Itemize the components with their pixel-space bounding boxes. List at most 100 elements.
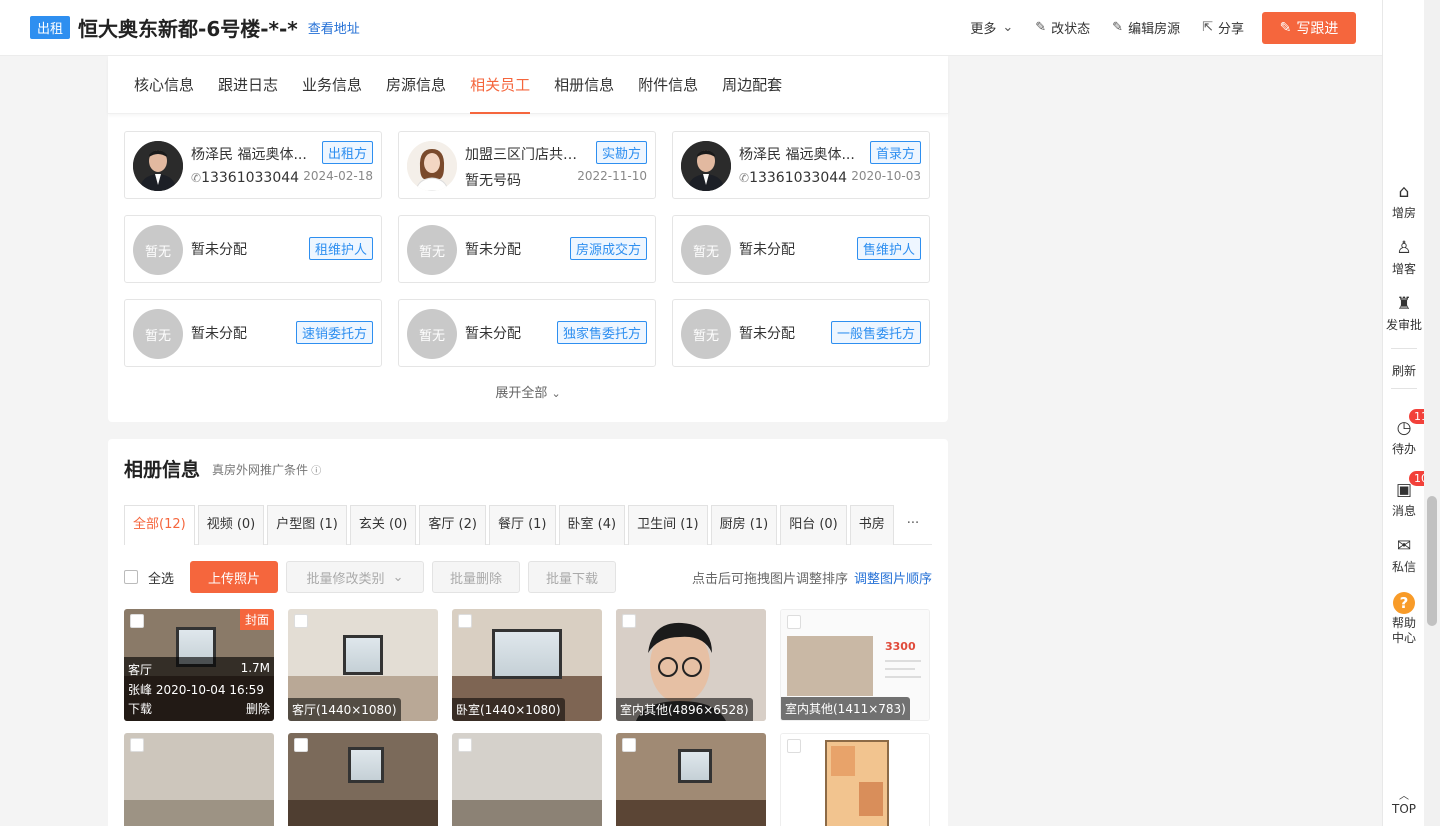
photo-thumb[interactable] — [616, 733, 766, 826]
tab-attachments[interactable]: 附件信息 — [638, 56, 698, 114]
staff-card[interactable]: 暂无 暂未分配 租维护人 — [124, 215, 382, 283]
tab-surroundings[interactable]: 周边配套 — [722, 56, 782, 114]
photo-checkbox[interactable] — [130, 614, 144, 628]
photo-checkbox[interactable] — [458, 614, 472, 628]
scrollbar-thumb[interactable] — [1427, 496, 1437, 626]
messages-button[interactable]: ▣ 10 消息 — [1383, 471, 1433, 519]
category-tab[interactable]: 全部(12) — [124, 505, 195, 545]
role-badge: 首录方 — [869, 141, 921, 164]
category-tab[interactable]: 卫生间 (1) — [628, 505, 708, 545]
photo-caption: 卧室(1440×1080) — [452, 698, 565, 721]
photo-checkbox[interactable] — [458, 738, 472, 752]
photo-cover[interactable]: 封面 客厅 1.7M 张峰 2020-10-04 16:59 下载 删除 — [124, 609, 274, 721]
more-dropdown[interactable]: 更多 ⌄ — [970, 18, 1013, 37]
role-badge: 房源成交方 — [569, 237, 647, 260]
photo-download-link[interactable]: 下载 — [128, 700, 152, 717]
category-tab[interactable]: 厨房 (1) — [710, 505, 778, 545]
photo-image — [616, 733, 766, 826]
staff-card[interactable]: 暂无 暂未分配 一般售委托方 — [672, 299, 930, 367]
avatar — [133, 141, 183, 191]
back-to-top-button[interactable]: ︿ TOP — [1383, 792, 1425, 817]
category-tab[interactable]: 卧室 (4) — [558, 505, 626, 545]
staff-card[interactable]: 暂无 暂未分配 房源成交方 — [398, 215, 656, 283]
tab-business-info[interactable]: 业务信息 — [302, 56, 362, 114]
todo-button[interactable]: ◷ 11 待办 — [1383, 409, 1433, 457]
staff-card[interactable]: 加盟三区门店共享... 暂无号码 2022-11-10 实勘方 — [398, 131, 656, 199]
refresh-button[interactable]: 刷新 — [1383, 362, 1425, 379]
album-subtitle[interactable]: 真房外网推广条件 ⓘ — [212, 461, 321, 478]
photo-thumb[interactable] — [288, 733, 438, 826]
page-scrollbar[interactable] — [1424, 0, 1440, 826]
batch-delete-button[interactable]: 批量删除 — [432, 561, 521, 593]
expand-all-button[interactable]: 展开全部 ⌄ — [108, 382, 948, 401]
select-all-label: 全选 — [148, 571, 175, 587]
photo-thumb[interactable] — [780, 733, 930, 826]
staff-card[interactable]: 杨泽民 福远奥体... ✆13361033044 2024-02-18 出租方 — [124, 131, 382, 199]
category-tab[interactable]: 视频 (0) — [197, 505, 265, 545]
change-status-button[interactable]: ✎ 改状态 — [1035, 18, 1090, 37]
share-label: 分享 — [1217, 22, 1244, 37]
category-tab[interactable]: 阳台 (0) — [780, 505, 847, 545]
photo-thumb[interactable]: 3300 室内其他(1411×783) — [780, 609, 930, 721]
role-badge: 售维护人 — [856, 237, 921, 260]
share-icon: ⇱ — [1202, 20, 1213, 35]
photo-thumb[interactable]: 客厅(1440×1080) — [288, 609, 438, 721]
photo-delete-link[interactable]: 删除 — [246, 700, 270, 717]
help-center-button[interactable]: ? 帮助中心 — [1383, 592, 1425, 646]
batch-download-button[interactable]: 批量下载 — [528, 561, 617, 593]
tab-follow-log[interactable]: 跟进日志 — [218, 56, 278, 114]
upload-photo-button[interactable]: 上传照片 — [190, 561, 279, 593]
photo-image — [124, 733, 274, 826]
staff-name: 暂未分配 — [191, 242, 247, 258]
photo-thumb[interactable]: 室内其他(4896×6528) — [616, 609, 766, 721]
expand-all-label: 展开全部 — [495, 386, 548, 401]
photo-checkbox[interactable] — [294, 738, 308, 752]
photo-checkbox[interactable] — [294, 614, 308, 628]
edit-listing-button[interactable]: ✎ 编辑房源 — [1112, 18, 1180, 37]
album-category-tabs: 全部(12) 视频 (0) 户型图 (1) 玄关 (0) 客厅 (2) 餐厅 (… — [124, 505, 932, 545]
send-approval-button[interactable]: ♜ 发审批 — [1383, 294, 1425, 333]
avatar: 暂无 — [681, 225, 731, 275]
photo-checkbox[interactable] — [787, 739, 801, 753]
staff-card[interactable]: 暂无 暂未分配 速销委托方 — [124, 299, 382, 367]
photo-checkbox[interactable] — [130, 738, 144, 752]
share-button[interactable]: ⇱ 分享 — [1202, 18, 1244, 37]
photo-thumb[interactable]: 卧室(1440×1080) — [452, 609, 602, 721]
staff-name: 杨泽民 福远奥体... — [739, 147, 855, 163]
role-badge: 出租方 — [321, 141, 373, 164]
write-followup-button[interactable]: ✎ 写跟进 — [1262, 11, 1356, 44]
staff-card[interactable]: 暂无 暂未分配 独家售委托方 — [398, 299, 656, 367]
photo-thumb[interactable] — [452, 733, 602, 826]
role-badge: 独家售委托方 — [556, 321, 647, 344]
photo-checkbox[interactable] — [622, 614, 636, 628]
staff-date: 2022-11-10 — [577, 169, 647, 183]
staff-card[interactable]: 杨泽民 福远奥体... ✆13361033044 2020-10-03 首录方 — [672, 131, 930, 199]
more-categories-button[interactable]: ··· — [897, 505, 929, 545]
stamp-icon: ♜ — [1396, 294, 1412, 314]
photo-thumb[interactable] — [124, 733, 274, 826]
staff-phone: 暂无号码 — [465, 173, 521, 189]
photo-checkbox[interactable] — [622, 738, 636, 752]
album-title: 相册信息 — [124, 459, 201, 481]
add-house-button[interactable]: ⌂ 增房 — [1383, 182, 1425, 221]
category-tab[interactable]: 玄关 (0) — [349, 505, 417, 545]
private-message-button[interactable]: ✉ 私信 — [1383, 536, 1425, 575]
add-customer-button[interactable]: ♙ 增客 — [1383, 238, 1425, 277]
tab-listing-info[interactable]: 房源信息 — [386, 56, 446, 114]
more-label: 更多 — [970, 22, 997, 37]
view-address-link[interactable]: 查看地址 — [308, 18, 360, 37]
category-tab[interactable]: 书房 — [849, 505, 894, 545]
category-tab[interactable]: 客厅 (2) — [419, 505, 486, 545]
tab-related-staff[interactable]: 相关员工 — [470, 56, 531, 114]
category-tab[interactable]: 户型图 (1) — [267, 505, 347, 545]
photo-checkbox[interactable] — [787, 615, 801, 629]
select-all-checkbox[interactable] — [124, 570, 138, 584]
photo-caption: 室内其他(4896×6528) — [616, 698, 753, 721]
staff-card[interactable]: 暂无 暂未分配 售维护人 — [672, 215, 930, 283]
adjust-order-link[interactable]: 调整图片顺序 — [854, 568, 932, 587]
tab-album-info[interactable]: 相册信息 — [554, 56, 614, 114]
help-icon: ? — [1393, 592, 1415, 614]
tab-core-info[interactable]: 核心信息 — [134, 56, 194, 114]
category-tab[interactable]: 餐厅 (1) — [488, 505, 556, 545]
batch-category-dropdown[interactable]: 批量修改类别 ⌄ — [286, 561, 425, 593]
